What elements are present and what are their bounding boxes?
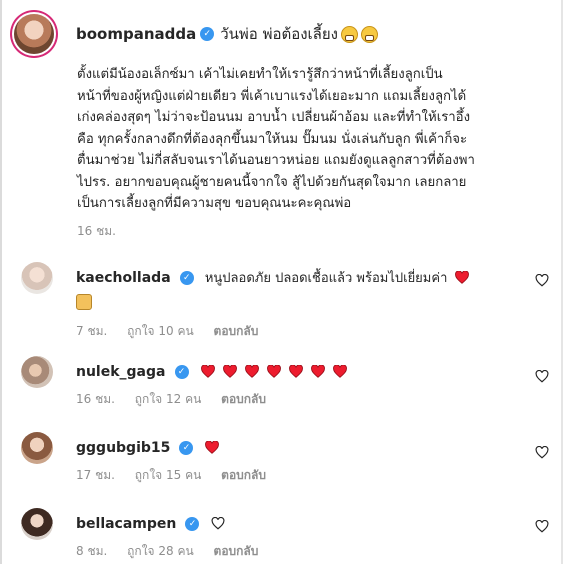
post-caption: ตั้งแต่มีน้องอเล็กซ์มา เค้าไม่เคยทำให้เร…: [77, 67, 475, 211]
grinning-emoji-icon: [360, 25, 378, 43]
red-heart-emoji: [267, 365, 281, 378]
reply-button[interactable]: ตอบกลับ: [221, 468, 266, 482]
comment-time: 8 ชม.: [76, 544, 108, 558]
post-author-username[interactable]: boompanadda: [76, 25, 196, 43]
post-headline: วันพ่อ พ่อต้องเลี้ยง: [220, 25, 338, 43]
verified-badge-icon: ✓: [179, 270, 194, 285]
red-heart-emoji: [222, 365, 237, 378]
white-heart-emoji: [211, 517, 225, 530]
heart-outline-icon[interactable]: [535, 274, 549, 287]
heart-outline-icon[interactable]: [535, 446, 549, 459]
comment-likes[interactable]: ถูกใจ 10 คน: [127, 324, 194, 338]
comment-time: 7 ชม.: [76, 324, 108, 338]
red-heart-emoji: [204, 441, 219, 454]
red-heart-emoji: [289, 365, 303, 378]
verified-badge-icon: ✓: [185, 516, 200, 531]
comment-username[interactable]: bellacampen: [76, 516, 176, 532]
comment-avatar[interactable]: [21, 262, 53, 294]
comment-likes[interactable]: ถูกใจ 15 คน: [135, 468, 202, 482]
heart-outline-icon[interactable]: [535, 520, 549, 533]
reply-button[interactable]: ตอบกลับ: [214, 324, 259, 338]
verified-badge-icon: ✓: [200, 27, 215, 41]
post-author-avatar[interactable]: [14, 14, 54, 54]
verified-badge-icon: ✓: [174, 364, 189, 379]
comment-time: 16 ชม.: [76, 392, 115, 406]
comment-avatar[interactable]: [21, 508, 53, 540]
red-heart-emoji: [333, 365, 348, 378]
window-border-left: [0, 0, 2, 564]
comment-username[interactable]: nulek_gaga: [76, 364, 165, 380]
comment-avatar[interactable]: [21, 356, 53, 388]
red-heart-emoji: [455, 271, 470, 284]
comment-likes[interactable]: ถูกใจ 12 คน: [135, 392, 202, 406]
comment-text: หนูปลอดภัย ปลอดเชื้อแล้ว พร้อมไปเยี่ยมค่…: [204, 271, 448, 286]
comment-username[interactable]: gggubgib15: [76, 440, 170, 456]
raising-hands-emoji: [76, 294, 92, 310]
reply-button[interactable]: ตอบกลับ: [221, 392, 266, 406]
post-time: 16 ชม.: [77, 224, 116, 238]
red-heart-emoji: [311, 365, 325, 378]
reply-button[interactable]: ตอบกลับ: [214, 544, 259, 558]
comment-time: 17 ชม.: [76, 468, 115, 482]
grinning-emoji-icon: [340, 25, 358, 43]
comment-avatar[interactable]: [21, 432, 53, 464]
comment-username[interactable]: kaechollada: [76, 270, 171, 286]
red-heart-emoji: [200, 365, 215, 378]
post-header: boompanadda ✓ วันพ่อ พ่อต้องเลี้ยง: [14, 14, 378, 54]
heart-outline-icon[interactable]: [535, 370, 549, 383]
comment-likes[interactable]: ถูกใจ 28 คน: [127, 544, 194, 558]
verified-badge-icon: ✓: [179, 440, 194, 455]
red-heart-emoji: [245, 365, 259, 378]
